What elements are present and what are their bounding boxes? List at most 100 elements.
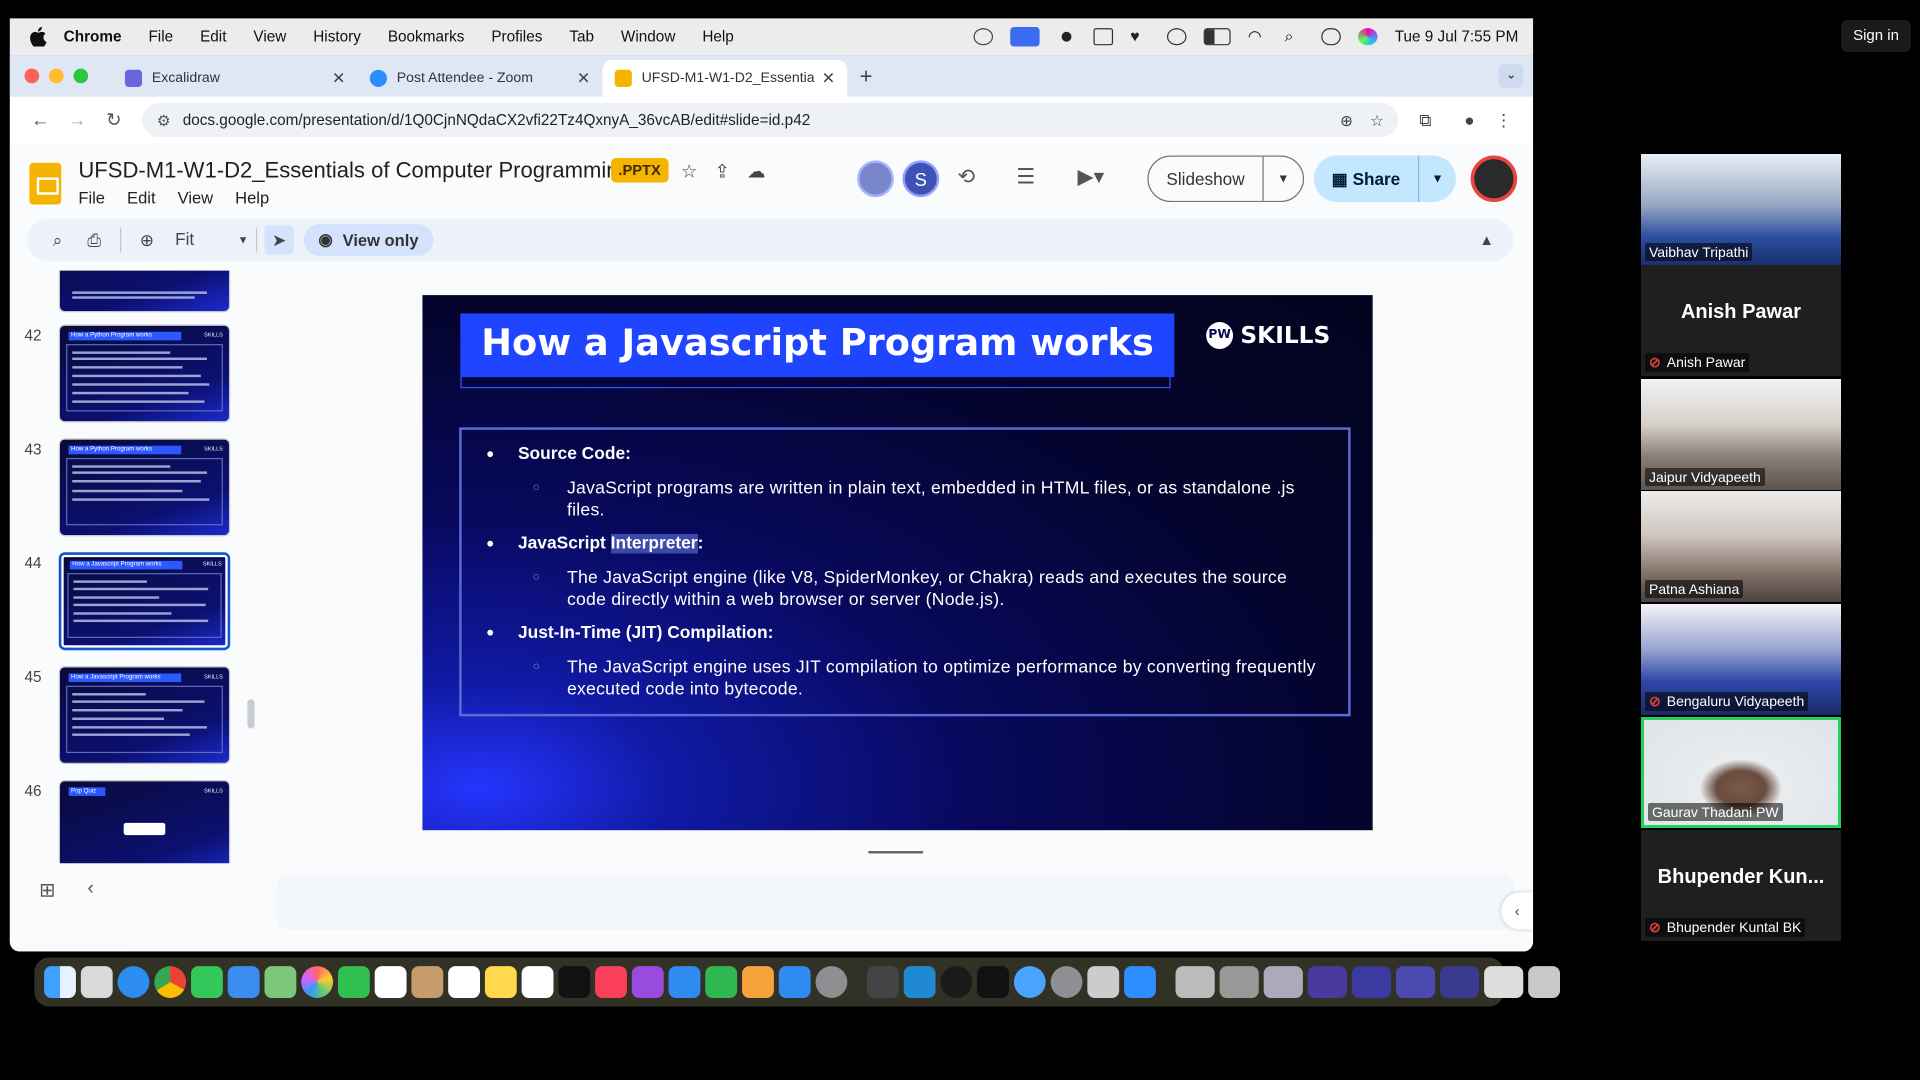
launchpad-icon[interactable]: [80, 966, 113, 998]
zoom-share-icon[interactable]: [1010, 26, 1040, 47]
close-tab-icon[interactable]: ✕: [577, 69, 590, 89]
tab-slides[interactable]: UFSD-M1-W1-D2_Essentials ✕: [602, 60, 848, 97]
doc-menu-edit[interactable]: Edit: [127, 189, 155, 207]
contacts-icon[interactable]: [411, 966, 444, 998]
trash-icon[interactable]: [1528, 966, 1561, 998]
collapse-filmstrip-icon[interactable]: ‹: [87, 878, 94, 902]
share-button[interactable]: ▦ Share ▼: [1313, 155, 1456, 203]
view-only-button[interactable]: ◉ View only: [303, 224, 434, 256]
calendar-icon[interactable]: [374, 966, 407, 998]
participant-tile[interactable]: ⊘ Bengaluru Vidyapeeth: [1641, 604, 1841, 715]
participant-tile-active-speaker[interactable]: Gaurav Thadani PW: [1641, 717, 1841, 828]
terminal-icon[interactable]: [977, 966, 1009, 998]
profile-avatar-icon[interactable]: ●: [1452, 110, 1486, 130]
slides-logo-icon[interactable]: [29, 162, 62, 205]
participant-tile[interactable]: Vaibhav Tripathi: [1641, 154, 1841, 265]
slide-thumbnail[interactable]: 45 How a Javascript Program works SKILLS: [10, 666, 255, 766]
settings-app-icon[interactable]: [1050, 966, 1083, 998]
speaker-notes[interactable]: [276, 875, 1514, 930]
close-tab-icon[interactable]: ✕: [332, 69, 345, 89]
messages-icon[interactable]: [191, 966, 223, 998]
slideshow-label[interactable]: Slideshow: [1149, 156, 1264, 201]
sign-in-button[interactable]: Sign in: [1841, 20, 1911, 52]
menu-tab[interactable]: Tab: [569, 28, 594, 45]
doc-menu-file[interactable]: File: [78, 189, 105, 207]
collaborator-avatar-s[interactable]: S: [902, 160, 940, 198]
chevron-down-icon[interactable]: ▼: [1264, 172, 1303, 185]
mail-icon[interactable]: [227, 966, 260, 998]
print-icon[interactable]: ⎙: [76, 230, 113, 251]
zoom-window-button[interactable]: [73, 68, 89, 84]
maps-icon[interactable]: [264, 966, 297, 998]
thumbnail-image[interactable]: How a Javascript Program works SKILLS: [58, 666, 231, 765]
minimize-window-button[interactable]: [48, 68, 64, 84]
address-bar[interactable]: ⚙ docs.google.com/presentation/d/1Q0CjnN…: [142, 102, 1399, 138]
finder-icon[interactable]: [44, 966, 76, 998]
recent-window-icon[interactable]: [1307, 966, 1347, 998]
extensions-icon[interactable]: ⧉: [1408, 110, 1442, 131]
close-tab-icon[interactable]: ✕: [822, 69, 835, 89]
system-settings-icon[interactable]: [815, 966, 848, 998]
display-icon[interactable]: [1093, 28, 1114, 46]
side-panel-toggle-icon[interactable]: ‹: [1501, 892, 1534, 930]
thumbnail-image[interactable]: How a Python Program works SKILLS: [58, 438, 231, 537]
slide-thumbnail-41[interactable]: [10, 270, 255, 315]
vscode-icon[interactable]: [903, 966, 936, 998]
wifi-icon[interactable]: ◠: [1248, 28, 1268, 45]
menu-help[interactable]: Help: [702, 28, 733, 45]
cloud-status-icon[interactable]: ☁: [747, 160, 765, 183]
new-tab-button[interactable]: +: [860, 63, 873, 89]
music-icon[interactable]: [595, 966, 627, 998]
photos-icon[interactable]: [301, 966, 334, 998]
menu-window[interactable]: Window: [621, 28, 675, 45]
recent-window-icon[interactable]: [1175, 966, 1215, 998]
search-icon[interactable]: ⌕: [39, 230, 76, 251]
heart-icon[interactable]: ♥: [1130, 28, 1150, 45]
recent-window-icon[interactable]: [1484, 966, 1524, 998]
slide-filmstrip[interactable]: 42 How a Python Program works SKILLS 43 …: [10, 270, 255, 864]
move-icon[interactable]: ⇪: [714, 160, 729, 183]
chevron-down-icon[interactable]: ▼: [1419, 172, 1456, 185]
safari-icon[interactable]: [117, 966, 150, 998]
tab-search-button[interactable]: ⌄: [1498, 63, 1524, 89]
select-cursor-icon[interactable]: ➤: [264, 225, 294, 255]
chrome-menu-icon[interactable]: ⋮: [1487, 110, 1521, 131]
notes-resize-handle[interactable]: [868, 851, 924, 854]
bookmark-star-icon[interactable]: ☆: [1370, 111, 1384, 129]
recent-window-icon[interactable]: [1263, 966, 1303, 998]
app-store-icon[interactable]: [778, 966, 811, 998]
notes-icon[interactable]: [484, 966, 517, 998]
menu-app-name[interactable]: Chrome: [64, 28, 122, 45]
play-icon[interactable]: [1166, 28, 1187, 46]
recent-window-icon[interactable]: [1395, 966, 1436, 998]
menu-profiles[interactable]: Profiles: [491, 28, 542, 45]
star-icon[interactable]: ☆: [681, 160, 697, 183]
doc-menu-help[interactable]: Help: [235, 189, 269, 207]
freeform-icon[interactable]: [521, 966, 554, 998]
participant-tile[interactable]: Anish Pawar ⊘ Anish Pawar: [1641, 265, 1841, 376]
chatgpt-icon[interactable]: [940, 966, 973, 998]
reload-icon[interactable]: ↻: [96, 109, 133, 131]
slide-thumbnail[interactable]: 43 How a Python Program works SKILLS: [10, 438, 255, 538]
site-settings-icon[interactable]: ⚙: [157, 111, 171, 129]
zoom-app-icon[interactable]: [1124, 966, 1156, 998]
numbers-icon[interactable]: [705, 966, 738, 998]
thumbnail-image[interactable]: How a Javascript Program works SKILLS: [58, 552, 231, 651]
battery-icon[interactable]: [1203, 28, 1231, 46]
siri-icon[interactable]: [1357, 28, 1378, 46]
zoom-select[interactable]: Fit ▼: [175, 229, 248, 251]
doc-menu-view[interactable]: View: [178, 189, 214, 207]
recent-window-icon[interactable]: [1219, 966, 1259, 998]
document-title[interactable]: UFSD-M1-W1-D2_Essentials of Computer Pro…: [78, 158, 630, 184]
brightness-icon[interactable]: [1056, 28, 1077, 46]
menu-bookmarks[interactable]: Bookmarks: [388, 28, 465, 45]
slide-thumbnail[interactable]: 42 How a Python Program works SKILLS: [10, 324, 255, 424]
collaborator-avatar[interactable]: [857, 160, 894, 198]
menu-file[interactable]: File: [148, 28, 173, 45]
apple-icon[interactable]: [29, 26, 47, 47]
url-text[interactable]: docs.google.com/presentation/d/1Q0CjnNQd…: [183, 111, 1340, 128]
tab-excalidraw[interactable]: Excalidraw ✕: [113, 60, 358, 97]
account-avatar[interactable]: [1470, 155, 1518, 203]
close-window-button[interactable]: [24, 68, 40, 84]
thumbnail-image[interactable]: Pop Quiz SKILLS: [58, 780, 231, 864]
